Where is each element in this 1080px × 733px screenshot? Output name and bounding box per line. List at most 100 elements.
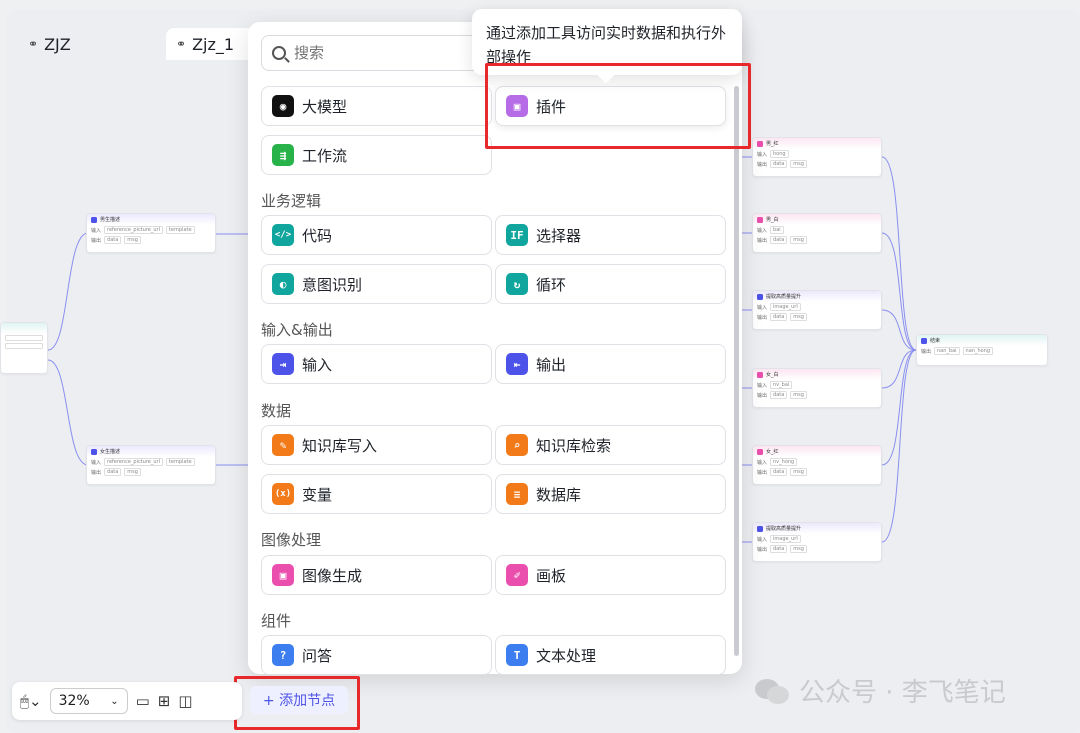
node-label: 输出 bbox=[757, 161, 768, 168]
node-title: 结束 bbox=[930, 338, 941, 344]
intent-icon: ◐ bbox=[272, 273, 294, 295]
node-option-label: 问答 bbox=[302, 646, 333, 665]
node-title: 女生描述 bbox=[100, 449, 121, 455]
minimap-icon[interactable]: ◫ bbox=[178, 692, 192, 710]
add-node-label: + 添加节点 bbox=[262, 693, 336, 709]
node-option-label: 输入 bbox=[302, 355, 333, 374]
node-chip: data bbox=[104, 468, 122, 476]
node-chip: bai bbox=[770, 226, 784, 234]
node-chip: nv_bai bbox=[770, 381, 793, 389]
workflow-node-enhance-2[interactable]: 提取高质量提升 输入 image_url 输出 data msg bbox=[752, 522, 882, 562]
node-selector[interactable]: IF 选择器 bbox=[495, 215, 726, 255]
node-chip: data bbox=[770, 236, 788, 244]
node-text-process[interactable]: T 文本处理 bbox=[495, 635, 726, 675]
node-chip: msg bbox=[790, 236, 807, 244]
node-chip: msg bbox=[790, 391, 807, 399]
search-box[interactable] bbox=[261, 35, 499, 71]
layout-grid-icon[interactable]: ⊞ bbox=[158, 692, 171, 710]
node-chip: hong bbox=[770, 150, 789, 158]
node-icon bbox=[91, 216, 97, 223]
node-input[interactable]: ⇥ 输入 bbox=[261, 344, 492, 384]
node-label: 输出 bbox=[757, 546, 768, 553]
node-title: 男_红 bbox=[766, 141, 779, 147]
workflow-node-enhance-1[interactable]: 提取高质量提升 输入 image_url 输出 data msg bbox=[752, 290, 882, 330]
node-chip: msg bbox=[124, 468, 141, 476]
node-option-label: 知识库检索 bbox=[536, 436, 612, 455]
node-chip: nan_bai bbox=[934, 347, 960, 355]
zoom-select[interactable]: 32% ⌄ bbox=[49, 688, 128, 714]
section-title: 业务逻辑 bbox=[261, 192, 322, 210]
node-chip: template bbox=[165, 226, 195, 234]
workflow-node-nan-bai[interactable]: 男_白 输入 bai 输出 data msg bbox=[752, 213, 882, 253]
comment-icon[interactable]: ▭ bbox=[136, 692, 150, 710]
node-option-label: 画板 bbox=[536, 566, 567, 585]
node-workflow[interactable]: ⇶ 工作流 bbox=[261, 135, 492, 175]
node-icon bbox=[757, 216, 763, 223]
node-chip: msg bbox=[124, 236, 141, 244]
knowledge-search-icon: ⌕ bbox=[506, 434, 528, 456]
node-chip: nv_hong bbox=[770, 458, 798, 466]
node-image-gen[interactable]: ▣ 图像生成 bbox=[261, 555, 492, 595]
workflow-node-nv-hong[interactable]: 女_红 输入 nv_hong 输出 data msg bbox=[752, 445, 882, 485]
canvas-toolbar: 🖱︎⌄ 32% ⌄ ▭ ⊞ ◫ bbox=[12, 682, 242, 720]
node-icon bbox=[757, 525, 763, 532]
node-knowledge-write[interactable]: ✎ 知识库写入 bbox=[261, 425, 492, 465]
node-chip: image_url bbox=[770, 303, 801, 311]
node-chip: data bbox=[770, 313, 788, 321]
node-title: 提取高质量提升 bbox=[766, 294, 802, 300]
search-input[interactable] bbox=[294, 44, 474, 62]
text-process-icon: T bbox=[506, 644, 528, 666]
node-label: 输出 bbox=[757, 469, 768, 476]
node-icon bbox=[91, 448, 97, 455]
section-title: 组件 bbox=[261, 612, 292, 630]
node-chip: reference_picture_url bbox=[104, 458, 163, 466]
wechat-icon bbox=[755, 677, 791, 705]
node-option-label: 意图识别 bbox=[302, 275, 363, 294]
node-label: 输入 bbox=[757, 382, 768, 389]
node-chip: data bbox=[770, 160, 788, 168]
node-icon bbox=[757, 140, 763, 147]
node-chip: msg bbox=[790, 313, 807, 321]
node-intent[interactable]: ◐ 意图识别 bbox=[261, 264, 492, 304]
node-qa[interactable]: ? 问答 bbox=[261, 635, 492, 675]
watermark-text: 公众号 · 李飞笔记 bbox=[799, 678, 1006, 708]
node-variable[interactable]: (x) 变量 bbox=[261, 474, 492, 514]
workflow-node-nan-hong[interactable]: 男_红 输入 hong 输出 data msg bbox=[752, 137, 882, 177]
node-option-label: 知识库写入 bbox=[302, 436, 378, 455]
node-knowledge-search[interactable]: ⌕ 知识库检索 bbox=[495, 425, 726, 465]
end-node[interactable]: 结束 输出 nan_bai nan_hong bbox=[916, 334, 1048, 366]
node-chip: msg bbox=[790, 545, 807, 553]
node-chip: image_url bbox=[770, 535, 801, 543]
mouse-mode-icon[interactable]: 🖱︎⌄ bbox=[20, 692, 42, 710]
add-node-button[interactable]: + 添加节点 bbox=[250, 686, 348, 714]
male-desc-node[interactable]: 男生描述 输入 reference_picture_url template 输出 d… bbox=[86, 213, 216, 253]
node-code[interactable]: </> 代码 bbox=[261, 215, 492, 255]
panel-scrollbar[interactable] bbox=[734, 86, 739, 656]
node-database[interactable]: ≡ 数据库 bbox=[495, 474, 726, 514]
selector-icon: IF bbox=[506, 224, 528, 246]
node-label: 输入 bbox=[91, 227, 102, 234]
node-option-label: 选择器 bbox=[536, 226, 582, 245]
node-loop[interactable]: ↻ 循环 bbox=[495, 264, 726, 304]
loop-icon: ↻ bbox=[506, 273, 528, 295]
node-title: 女_红 bbox=[766, 449, 779, 455]
zoom-value: 32% bbox=[58, 693, 90, 709]
node-option-label: 变量 bbox=[302, 485, 333, 504]
node-canvas[interactable]: ✐ 画板 bbox=[495, 555, 726, 595]
workflow-node-nv-bai[interactable]: 女_白 输入 nv_bai 输出 data msg bbox=[752, 368, 882, 408]
node-icon bbox=[757, 371, 763, 378]
node-option-label: 输出 bbox=[536, 355, 567, 374]
node-label: 输入 bbox=[757, 151, 768, 158]
node-label: 输出 bbox=[757, 314, 768, 321]
node-chip: data bbox=[770, 468, 788, 476]
node-llm[interactable]: ◉ 大模型 bbox=[261, 86, 492, 126]
node-option-label: 工作流 bbox=[302, 146, 348, 165]
section-title: 输入&输出 bbox=[261, 321, 333, 339]
canvas-icon: ✐ bbox=[506, 564, 528, 586]
node-icon bbox=[921, 337, 927, 344]
node-output[interactable]: ⇤ 输出 bbox=[495, 344, 726, 384]
node-label: 输出 bbox=[757, 237, 768, 244]
female-desc-node[interactable]: 女生描述 输入 reference_picture_url template 输出 d… bbox=[86, 445, 216, 485]
start-node[interactable] bbox=[0, 322, 48, 374]
node-label: 输入 bbox=[757, 459, 768, 466]
